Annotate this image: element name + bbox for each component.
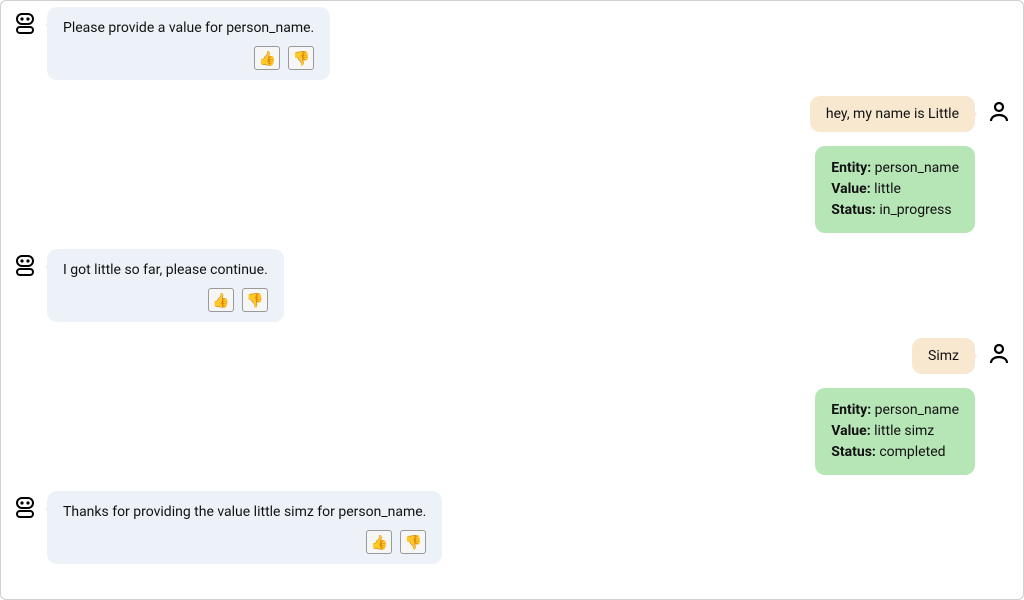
status-label: Status: (831, 444, 876, 460)
user-avatar (985, 96, 1013, 124)
entity-card: Entity: person_name Value: little simz S… (815, 388, 975, 475)
thumbs-up-button[interactable]: 👍 (208, 288, 234, 312)
value-row: Value: little (831, 179, 959, 200)
bot-message-row: I got little so far, please continue. 👍 … (11, 249, 1013, 322)
user-text: hey, my name is Little (826, 106, 959, 122)
person-icon (987, 342, 1011, 366)
bot-text: I got little so far, please continue. (63, 261, 268, 280)
thumbs-up-button[interactable]: 👍 (254, 46, 280, 70)
status-row: Status: in_progress (831, 200, 959, 221)
bot-message-row: Please provide a value for person_name. … (11, 7, 1013, 80)
thumbs-down-icon: 👎 (246, 293, 263, 307)
entity-row: Entity: person_name (831, 400, 959, 421)
feedback-bar: 👍 👎 (63, 288, 268, 312)
thumbs-down-icon: 👎 (293, 51, 310, 65)
status-value: completed (879, 444, 945, 460)
thumbs-down-button[interactable]: 👎 (242, 288, 268, 312)
bot-bubble: Thanks for providing the value little si… (47, 491, 442, 564)
user-stack: Simz Entity: person_name Value: little s… (815, 338, 1013, 475)
thumbs-up-icon: 👍 (259, 51, 276, 65)
bot-message-row: Thanks for providing the value little si… (11, 491, 1013, 564)
bot-icon (13, 11, 37, 35)
user-bubble: hey, my name is Little (810, 96, 975, 132)
bot-avatar (11, 249, 39, 277)
thumbs-down-button[interactable]: 👎 (400, 530, 426, 554)
user-bubble: Simz (912, 338, 975, 374)
bot-text: Thanks for providing the value little si… (63, 503, 426, 522)
user-avatar (985, 338, 1013, 366)
thumbs-up-button[interactable]: 👍 (366, 530, 392, 554)
value-value: little simz (874, 423, 934, 439)
entity-row: Entity: person_name (831, 158, 959, 179)
person-icon (987, 100, 1011, 124)
status-label: Status: (831, 202, 876, 218)
entity-card: Entity: person_name Value: little Status… (815, 146, 975, 233)
entity-label: Entity: (831, 160, 871, 176)
value-value: little (874, 181, 901, 197)
bot-text: Please provide a value for person_name. (63, 19, 314, 38)
user-line: Simz (912, 338, 1013, 374)
status-value: in_progress (879, 202, 951, 218)
thumbs-up-icon: 👍 (371, 535, 388, 549)
feedback-bar: 👍 👎 (63, 46, 314, 70)
value-label: Value: (831, 423, 870, 439)
value-row: Value: little simz (831, 421, 959, 442)
user-text: Simz (928, 348, 959, 364)
value-label: Value: (831, 181, 870, 197)
bot-avatar (11, 491, 39, 519)
entity-value: person_name (875, 402, 959, 418)
user-stack: hey, my name is Little Entity: person_na… (810, 96, 1013, 233)
thumbs-down-icon: 👎 (405, 535, 422, 549)
thumbs-up-icon: 👍 (212, 293, 229, 307)
thumbs-down-button[interactable]: 👎 (288, 46, 314, 70)
user-block: Simz Entity: person_name Value: little s… (11, 338, 1013, 475)
user-block: hey, my name is Little Entity: person_na… (11, 96, 1013, 233)
bot-bubble: I got little so far, please continue. 👍 … (47, 249, 284, 322)
entity-value: person_name (875, 160, 959, 176)
bot-icon (13, 495, 37, 519)
entity-label: Entity: (831, 402, 871, 418)
status-row: Status: completed (831, 442, 959, 463)
bot-bubble: Please provide a value for person_name. … (47, 7, 330, 80)
bot-avatar (11, 7, 39, 35)
bot-icon (13, 253, 37, 277)
chat-frame: Please provide a value for person_name. … (0, 0, 1024, 600)
feedback-bar: 👍 👎 (63, 530, 426, 554)
user-line: hey, my name is Little (810, 96, 1013, 132)
